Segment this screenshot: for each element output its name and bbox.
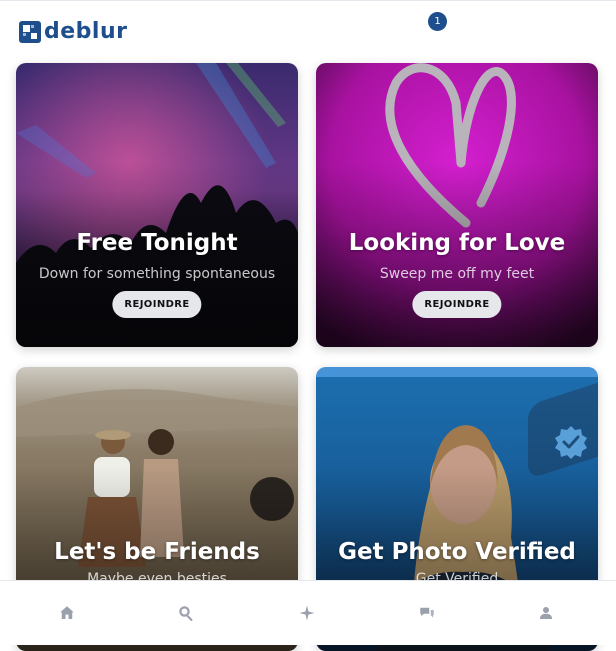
app-header: deblur bbox=[0, 1, 616, 61]
search-icon bbox=[179, 606, 193, 622]
card-subtitle: Down for something spontaneous bbox=[38, 266, 276, 282]
card-title: Free Tonight bbox=[76, 230, 238, 256]
sparkle-icon bbox=[299, 605, 315, 621]
logo[interactable]: deblur bbox=[19, 21, 127, 43]
nav-discover[interactable] bbox=[277, 581, 337, 645]
logo-icon bbox=[19, 21, 41, 43]
nav-profile[interactable] bbox=[516, 581, 576, 645]
nav-search[interactable] bbox=[156, 581, 216, 645]
nav-home[interactable] bbox=[37, 581, 97, 645]
nav-chat[interactable] bbox=[397, 581, 457, 645]
home-icon bbox=[60, 606, 74, 619]
join-button[interactable]: REJOINDRE bbox=[412, 291, 502, 318]
card-title: Get Photo Verified bbox=[338, 539, 576, 565]
bottom-nav bbox=[0, 580, 616, 645]
profile-icon bbox=[540, 607, 552, 619]
card-subtitle: Sweep me off my feet bbox=[379, 266, 535, 282]
card-title: Let's be Friends bbox=[54, 539, 260, 565]
chat-icon bbox=[420, 607, 434, 618]
card-looking-for-love[interactable]: Looking for Love Sweep me off my feet RE… bbox=[316, 63, 598, 347]
card-free-tonight[interactable]: Free Tonight Down for something spontane… bbox=[16, 63, 298, 347]
card-title: Looking for Love bbox=[348, 230, 566, 256]
chat-notification-badge: 1 bbox=[428, 12, 447, 31]
join-button[interactable]: REJOINDRE bbox=[112, 291, 202, 318]
logo-text: deblur bbox=[44, 19, 128, 44]
